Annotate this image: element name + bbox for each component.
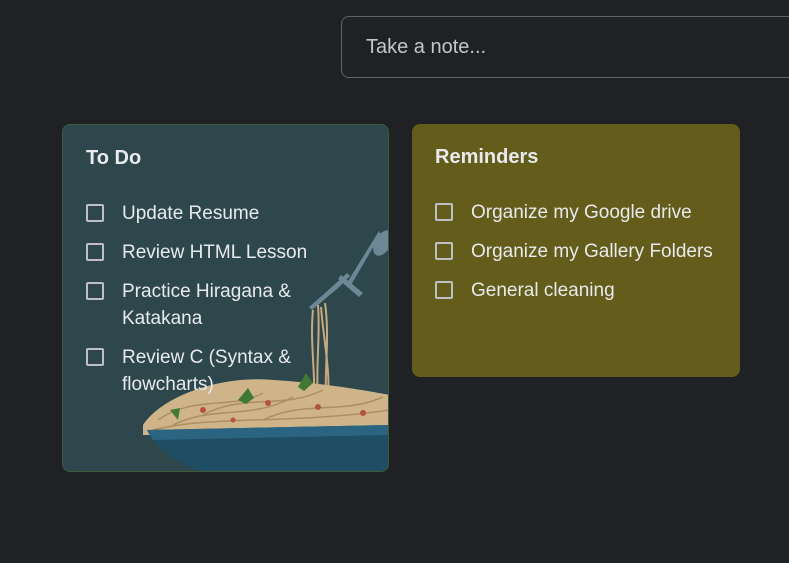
list-item: General cleaning (435, 277, 730, 304)
list-item: Update Resume (86, 200, 378, 227)
list-item: Organize my Google drive (435, 199, 730, 226)
list-item-label: Review C (Syntax & flowcharts) (122, 347, 291, 395)
list-item: Review C (Syntax & flowcharts) (86, 344, 378, 398)
list-item-label: Organize my Gallery Folders (471, 241, 713, 262)
list-item-label: Organize my Google drive (471, 202, 692, 223)
checkbox[interactable] (435, 203, 453, 221)
list-item-label: Review HTML Lesson (122, 242, 308, 263)
list-item: Review HTML Lesson (86, 239, 378, 266)
checkbox[interactable] (86, 204, 104, 222)
list-item-label: Practice Hiragana & Katakana (122, 281, 291, 329)
checklist: Update Resume Review HTML Lesson Practic… (86, 200, 378, 410)
list-item: Organize my Gallery Folders (435, 238, 730, 265)
list-item: Practice Hiragana & Katakana (86, 278, 378, 332)
note-card-todo[interactable]: To Do Update Resume Review HTML Lesson P… (62, 124, 389, 472)
checkbox[interactable] (86, 282, 104, 300)
checklist: Organize my Google drive Organize my Gal… (435, 199, 730, 316)
note-title: To Do (86, 147, 142, 169)
note-title: Reminders (435, 146, 539, 168)
list-item-label: General cleaning (471, 280, 615, 301)
checkbox[interactable] (435, 281, 453, 299)
note-card-reminders[interactable]: Reminders Organize my Google drive Organ… (412, 124, 740, 377)
take-note-input[interactable] (364, 34, 789, 60)
checkbox[interactable] (435, 242, 453, 260)
checkbox[interactable] (86, 348, 104, 366)
take-note-bar[interactable] (341, 16, 789, 78)
list-item-label: Update Resume (122, 203, 260, 224)
checkbox[interactable] (86, 243, 104, 261)
